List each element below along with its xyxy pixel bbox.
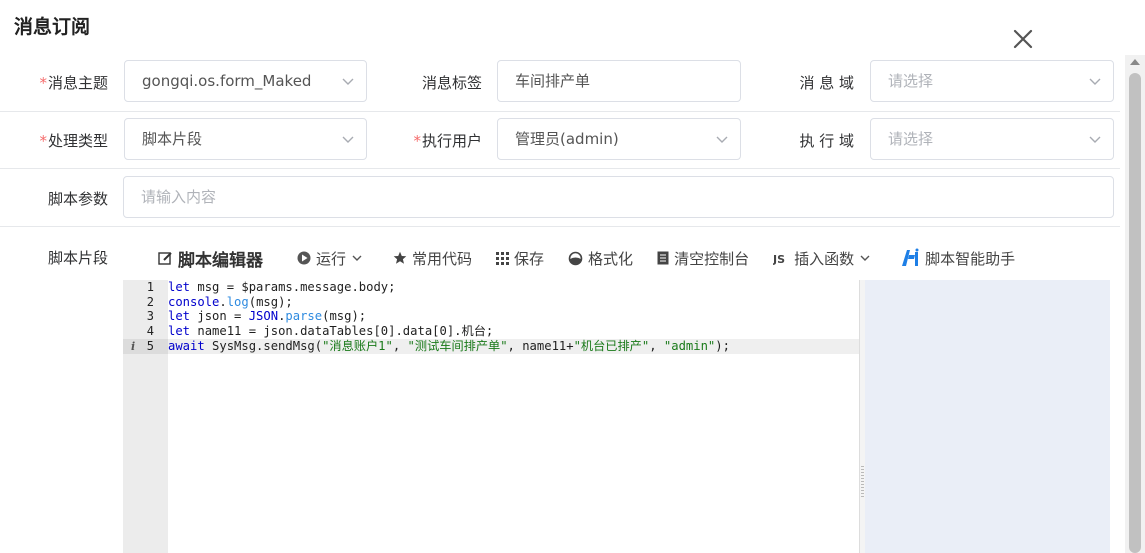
chevron-down-icon bbox=[342, 136, 354, 143]
editor-title: 脚本编辑器 bbox=[158, 246, 263, 271]
ai-assistant-button[interactable]: 脚本智能助手 bbox=[900, 248, 1015, 269]
line-number: 4 bbox=[146, 324, 154, 338]
code-line: console.log(msg); bbox=[168, 295, 293, 309]
chevron-down-icon bbox=[716, 136, 728, 143]
code-line: let json = JSON.parse(msg); bbox=[168, 309, 367, 323]
code-line: await SysMsg.sendMsg("消息账户1", "测试车间排产单",… bbox=[168, 339, 730, 353]
tag-input[interactable]: 车间排产单 bbox=[497, 60, 741, 102]
splitter-grip[interactable] bbox=[861, 466, 864, 498]
tag-label: 消息标签 bbox=[421, 74, 482, 92]
scroll-up-arrow-icon[interactable] bbox=[1130, 59, 1140, 65]
code-line: let name11 = json.dataTables[0].data[0].… bbox=[168, 324, 494, 338]
code-area[interactable]: let msg = $params.message.body; console.… bbox=[168, 280, 859, 553]
star-icon bbox=[393, 251, 407, 264]
exec-user-label: *执行用户 bbox=[413, 132, 482, 150]
save-button[interactable]: 保存 bbox=[496, 248, 544, 269]
common-code-button[interactable]: 常用代码 bbox=[393, 248, 472, 269]
handle-type-value: 脚本片段 bbox=[142, 130, 203, 148]
play-circle-icon bbox=[297, 251, 311, 265]
row-divider bbox=[0, 168, 1120, 169]
vertical-scrollbar[interactable] bbox=[1125, 55, 1145, 553]
code-editor[interactable]: i 1 2 3 4 5 let msg = $params.message.bo… bbox=[123, 280, 859, 553]
domain-select[interactable]: 请选择 bbox=[870, 60, 1114, 102]
chevron-down-icon bbox=[1089, 136, 1101, 143]
exec-domain-select[interactable]: 请选择 bbox=[870, 118, 1114, 160]
chevron-down-icon bbox=[342, 78, 354, 85]
insert-function-button[interactable]: JS 插入函数 bbox=[773, 248, 876, 269]
line-number: 1 bbox=[146, 280, 154, 294]
close-icon bbox=[1013, 29, 1033, 49]
script-params-input[interactable]: 请输入内容 bbox=[123, 176, 1114, 218]
run-button[interactable]: 运行 bbox=[297, 248, 368, 269]
exec-domain-placeholder: 请选择 bbox=[888, 130, 934, 148]
exec-user-select[interactable]: 管理员(admin) bbox=[497, 118, 741, 160]
code-line: let msg = $params.message.body; bbox=[168, 280, 396, 294]
dialog-title: 消息订阅 bbox=[14, 16, 91, 38]
edit-icon bbox=[158, 251, 172, 265]
script-params-label: 脚本参数 bbox=[47, 190, 108, 208]
domain-label: 消 息 域 bbox=[799, 74, 854, 92]
close-button[interactable] bbox=[1010, 26, 1036, 52]
chevron-down-icon bbox=[1089, 78, 1101, 85]
handle-type-select[interactable]: 脚本片段 bbox=[124, 118, 367, 160]
row-divider bbox=[0, 111, 1120, 112]
palette-icon bbox=[568, 251, 583, 265]
handle-type-label: *处理类型 bbox=[39, 132, 108, 150]
scrollbar-thumb[interactable] bbox=[1129, 73, 1141, 553]
topic-select[interactable]: gongqi.os.form_Maked bbox=[124, 60, 367, 102]
script-params-placeholder: 请输入内容 bbox=[141, 188, 217, 206]
js-icon: JS bbox=[773, 253, 785, 265]
chevron-down-icon bbox=[860, 255, 870, 261]
exec-user-value: 管理员(admin) bbox=[515, 130, 619, 148]
format-button[interactable]: 格式化 bbox=[568, 248, 633, 269]
chevron-down-icon bbox=[352, 255, 362, 261]
line-number: 2 bbox=[146, 295, 154, 309]
topic-value: gongqi.os.form_Maked bbox=[142, 72, 312, 90]
script-snippet-label: 脚本片段 bbox=[47, 249, 108, 267]
domain-placeholder: 请选择 bbox=[888, 72, 934, 90]
console-pane bbox=[865, 280, 1110, 553]
book-icon bbox=[657, 251, 669, 265]
editor-toolbar: 脚本编辑器 运行 常用代码 保存 格式化 清空控制台 JS 插入函数 脚本智能助… bbox=[158, 244, 1039, 272]
ai-assistant-icon bbox=[902, 248, 919, 266]
row-divider bbox=[0, 226, 1120, 227]
clear-console-button[interactable]: 清空控制台 bbox=[657, 248, 749, 269]
exec-domain-label: 执 行 域 bbox=[799, 132, 854, 150]
topic-label: *消息主题 bbox=[39, 74, 108, 92]
line-number: 3 bbox=[146, 309, 154, 323]
line-number: 5 bbox=[146, 339, 154, 353]
grid-icon bbox=[496, 251, 510, 265]
svg-text:JS: JS bbox=[773, 253, 785, 265]
